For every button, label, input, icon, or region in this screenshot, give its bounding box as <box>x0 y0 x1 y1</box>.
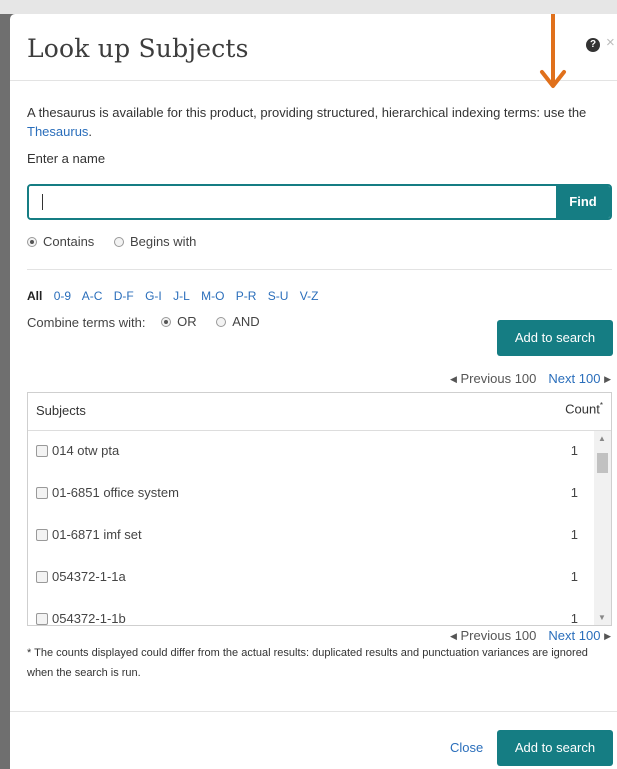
text-caret <box>42 194 43 210</box>
prev-arrow-icon: ◀ <box>449 631 457 641</box>
add-to-search-button-top[interactable]: Add to search <box>497 320 613 356</box>
count-footnote-mark: * <box>599 401 603 410</box>
row-checkbox[interactable] <box>36 487 48 499</box>
table-row: 054372-1-1b 1 <box>28 599 594 625</box>
next-arrow-icon: ▶ <box>604 374 611 384</box>
count-column-header: Count* <box>565 401 603 416</box>
or-radio[interactable] <box>161 316 172 327</box>
subjects-table: Subjects Count* 014 otw pta 1 01-6851 of… <box>27 392 612 626</box>
pager-top: ◀ Previous 100 Next 100 ▶ <box>450 371 611 386</box>
lookup-subjects-dialog: Look up Subjects ? × A thesaurus is avai… <box>10 14 617 769</box>
close-icon[interactable]: × <box>606 34 615 51</box>
find-button[interactable]: Find <box>556 186 610 218</box>
pager-bottom: ◀ Previous 100 Next 100 ▶ <box>450 628 611 643</box>
table-row: 014 otw pta 1 <box>28 431 594 473</box>
dialog-title: Look up Subjects <box>27 34 249 63</box>
begins-with-radio[interactable] <box>113 236 124 247</box>
prev-arrow-icon: ◀ <box>449 374 457 384</box>
scroll-thumb[interactable] <box>597 453 608 473</box>
thesaurus-intro: A thesaurus is available for this produc… <box>27 103 612 141</box>
next-100-label: Next 100 <box>548 628 601 643</box>
subjects-column-header: Subjects <box>36 403 86 418</box>
subject-name: 014 otw pta <box>52 443 120 458</box>
count-header-label: Count <box>565 401 600 417</box>
intro-text: A thesaurus is available for this produc… <box>27 105 587 120</box>
previous-100-label: Previous 100 <box>460 371 537 386</box>
intro-end: . <box>88 124 93 139</box>
contains-radio[interactable] <box>27 236 37 247</box>
row-checkbox[interactable] <box>36 445 48 457</box>
thesaurus-link[interactable]: Thesaurus <box>27 124 88 139</box>
alpha-range-s-u[interactable]: S-U <box>268 289 289 303</box>
close-link[interactable]: Close <box>450 740 483 755</box>
top-strip <box>0 0 617 14</box>
next-100-link-top[interactable]: Next 100 ▶ <box>548 371 611 386</box>
alphabet-filter: All 0-9 A-C D-F G-I J-L M-O P-R S-U V-Z <box>27 289 326 303</box>
row-checkbox[interactable] <box>36 613 48 625</box>
next-arrow-icon: ▶ <box>604 631 611 641</box>
alpha-all[interactable]: All <box>27 289 42 303</box>
combine-label: Combine terms with: <box>27 314 146 330</box>
search-input[interactable] <box>29 186 556 218</box>
subject-count: 1 <box>570 443 578 458</box>
alpha-range-a-c[interactable]: A-C <box>82 289 103 303</box>
dialog-header: Look up Subjects ? × <box>10 14 617 81</box>
alpha-range-g-i[interactable]: G-I <box>145 289 162 303</box>
and-radio[interactable] <box>216 316 227 327</box>
subject-name: 054372-1-1a <box>52 569 126 584</box>
and-label: AND <box>232 314 260 329</box>
alpha-range-d-f[interactable]: D-F <box>114 289 134 303</box>
or-option[interactable]: OR <box>161 314 197 329</box>
alpha-range-m-o[interactable]: M-O <box>201 289 224 303</box>
previous-100-label: Previous 100 <box>460 628 537 643</box>
footer-divider <box>10 711 617 712</box>
subject-count: 1 <box>570 485 578 500</box>
subject-name: 01-6851 office system <box>52 485 179 500</box>
table-scrollbar[interactable]: ▲ ▼ <box>594 431 611 625</box>
and-option[interactable]: AND <box>216 314 260 329</box>
add-to-search-button-bottom[interactable]: Add to search <box>497 730 613 766</box>
search-box: Find <box>27 184 612 220</box>
row-checkbox[interactable] <box>36 571 48 583</box>
alpha-range-v-z[interactable]: V-Z <box>300 289 319 303</box>
previous-100-link-top[interactable]: ◀ Previous 100 <box>450 371 536 386</box>
row-checkbox[interactable] <box>36 529 48 541</box>
subject-count: 1 <box>570 611 578 625</box>
subject-count: 1 <box>570 527 578 542</box>
begins-with-label: Begins with <box>129 234 197 249</box>
or-label: OR <box>177 314 197 329</box>
name-label: Enter a name <box>27 151 106 166</box>
help-icon[interactable]: ? <box>586 38 600 52</box>
scroll-down-icon[interactable]: ▼ <box>598 613 606 622</box>
begins-with-option[interactable]: Begins with <box>113 234 197 249</box>
table-row: 054372-1-1a 1 <box>28 557 594 599</box>
alpha-range-0-9[interactable]: 0-9 <box>54 289 71 303</box>
next-100-link-bottom[interactable]: Next 100 ▶ <box>548 628 611 643</box>
subject-name: 01-6871 imf set <box>52 527 142 542</box>
alpha-range-j-l[interactable]: J-L <box>173 289 190 303</box>
subject-count: 1 <box>570 569 578 584</box>
combine-options: Combine terms with: OR AND <box>27 314 276 330</box>
counts-footnote: * The counts displayed could differ from… <box>27 647 588 679</box>
section-divider <box>27 269 612 270</box>
previous-100-link-bottom[interactable]: ◀ Previous 100 <box>450 628 536 643</box>
annotation-arrow-icon <box>540 14 566 88</box>
scroll-up-icon[interactable]: ▲ <box>598 434 606 443</box>
table-row: 01-6851 office system 1 <box>28 473 594 515</box>
contains-option[interactable]: Contains <box>27 234 94 249</box>
contains-label: Contains <box>43 234 95 249</box>
next-100-label: Next 100 <box>548 371 601 386</box>
table-header: Subjects Count* <box>28 393 611 431</box>
table-body: 014 otw pta 1 01-6851 office system 1 01… <box>28 431 594 625</box>
table-row: 01-6871 imf set 1 <box>28 515 594 557</box>
alpha-range-p-r[interactable]: P-R <box>236 289 257 303</box>
subject-name: 054372-1-1b <box>52 611 126 625</box>
match-options: Contains Begins with <box>27 234 212 250</box>
